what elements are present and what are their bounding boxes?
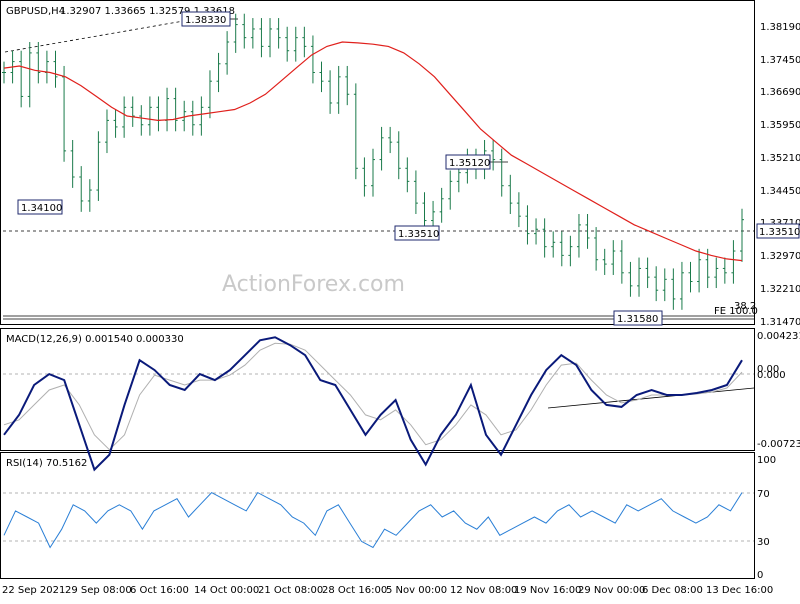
macd-y-axis: 0.004231 0.00 0.000 -0.00723 (757, 331, 800, 450)
x-tick-label: 6 Oct 16:00 (130, 585, 189, 596)
annotation-label: 1.31580 (617, 314, 658, 325)
y-tick-label: 1.36690 (760, 87, 800, 98)
fib-label-382: 38.2 (734, 301, 756, 312)
annotation-label: 1.38330 (185, 15, 226, 26)
rsi-panel-frame (0, 452, 755, 579)
x-tick-label: 12 Nov 08:00 (450, 585, 517, 596)
annotation-low-2: 1.33510 (394, 225, 440, 241)
x-tick-label: 29 Sep 08:00 (65, 585, 132, 596)
chart-root: GBPUSD,H4 1.32907 1.33665 1.32579 1.3361… (0, 0, 800, 596)
annotation-label: 1.33510 (759, 227, 800, 238)
rsi-y-axis: 100 70 30 0 (757, 455, 776, 581)
y-tick-label: 1.35950 (760, 120, 800, 131)
x-tick-label: 21 Oct 08:00 (258, 585, 323, 596)
y-tick-label: 0.004231 (757, 331, 800, 342)
price-y-axis: 1.38190 1.37450 1.36690 1.35950 1.35210 … (760, 22, 800, 328)
y-tick-label: 0.000 (757, 370, 786, 381)
x-tick-label: 13 Dec 16:00 (706, 585, 773, 596)
current-price-box: 1.33510 (756, 223, 800, 239)
y-tick-label: 1.38190 (760, 22, 800, 33)
y-tick-label: 70 (757, 489, 770, 500)
annotation-label: 1.35120 (449, 158, 490, 169)
annotation-low-1: 1.34100 (17, 199, 63, 215)
watermark: ActionForex.com (222, 272, 405, 297)
price-header-symbol: GBPUSD,H4 (6, 6, 65, 17)
y-tick-label: 1.37450 (760, 55, 800, 66)
y-tick-label: -0.00723 (757, 439, 800, 450)
annotation-high-2: 1.35120 (445, 154, 491, 170)
x-tick-label: 28 Oct 16:00 (322, 585, 387, 596)
x-tick-label: 22 Sep 2021 (2, 585, 65, 596)
y-tick-label: 1.32970 (760, 251, 800, 262)
x-tick-label: 14 Oct 00:00 (194, 585, 259, 596)
x-tick-label: 6 Dec 08:00 (642, 585, 703, 596)
macd-panel-frame (0, 328, 755, 451)
y-tick-label: 1.31470 (760, 317, 800, 328)
y-tick-label: 1.34450 (760, 186, 800, 197)
macd-header: MACD(12,26,9) 0.001540 0.000330 (6, 334, 184, 345)
x-tick-label: 29 Nov 00:00 (578, 585, 645, 596)
x-tick-label: 19 Nov 16:00 (514, 585, 581, 596)
y-tick-label: 30 (757, 537, 770, 548)
x-tick-label: 5 Nov 00:00 (386, 585, 447, 596)
y-tick-label: 0 (757, 570, 763, 581)
annotation-label: 1.33510 (398, 229, 439, 240)
x-axis: 22 Sep 2021 29 Sep 08:00 6 Oct 16:00 14 … (2, 585, 773, 596)
annotation-label: 1.34100 (21, 203, 62, 214)
y-tick-label: 100 (757, 455, 776, 466)
y-tick-label: 1.35210 (760, 153, 800, 164)
annotation-high-1: 1.38330 (181, 11, 231, 27)
annotation-low-3: 1.31580 (613, 310, 663, 326)
y-tick-label: 1.32210 (760, 284, 800, 295)
rsi-header: RSI(14) 70.5162 (6, 458, 87, 469)
